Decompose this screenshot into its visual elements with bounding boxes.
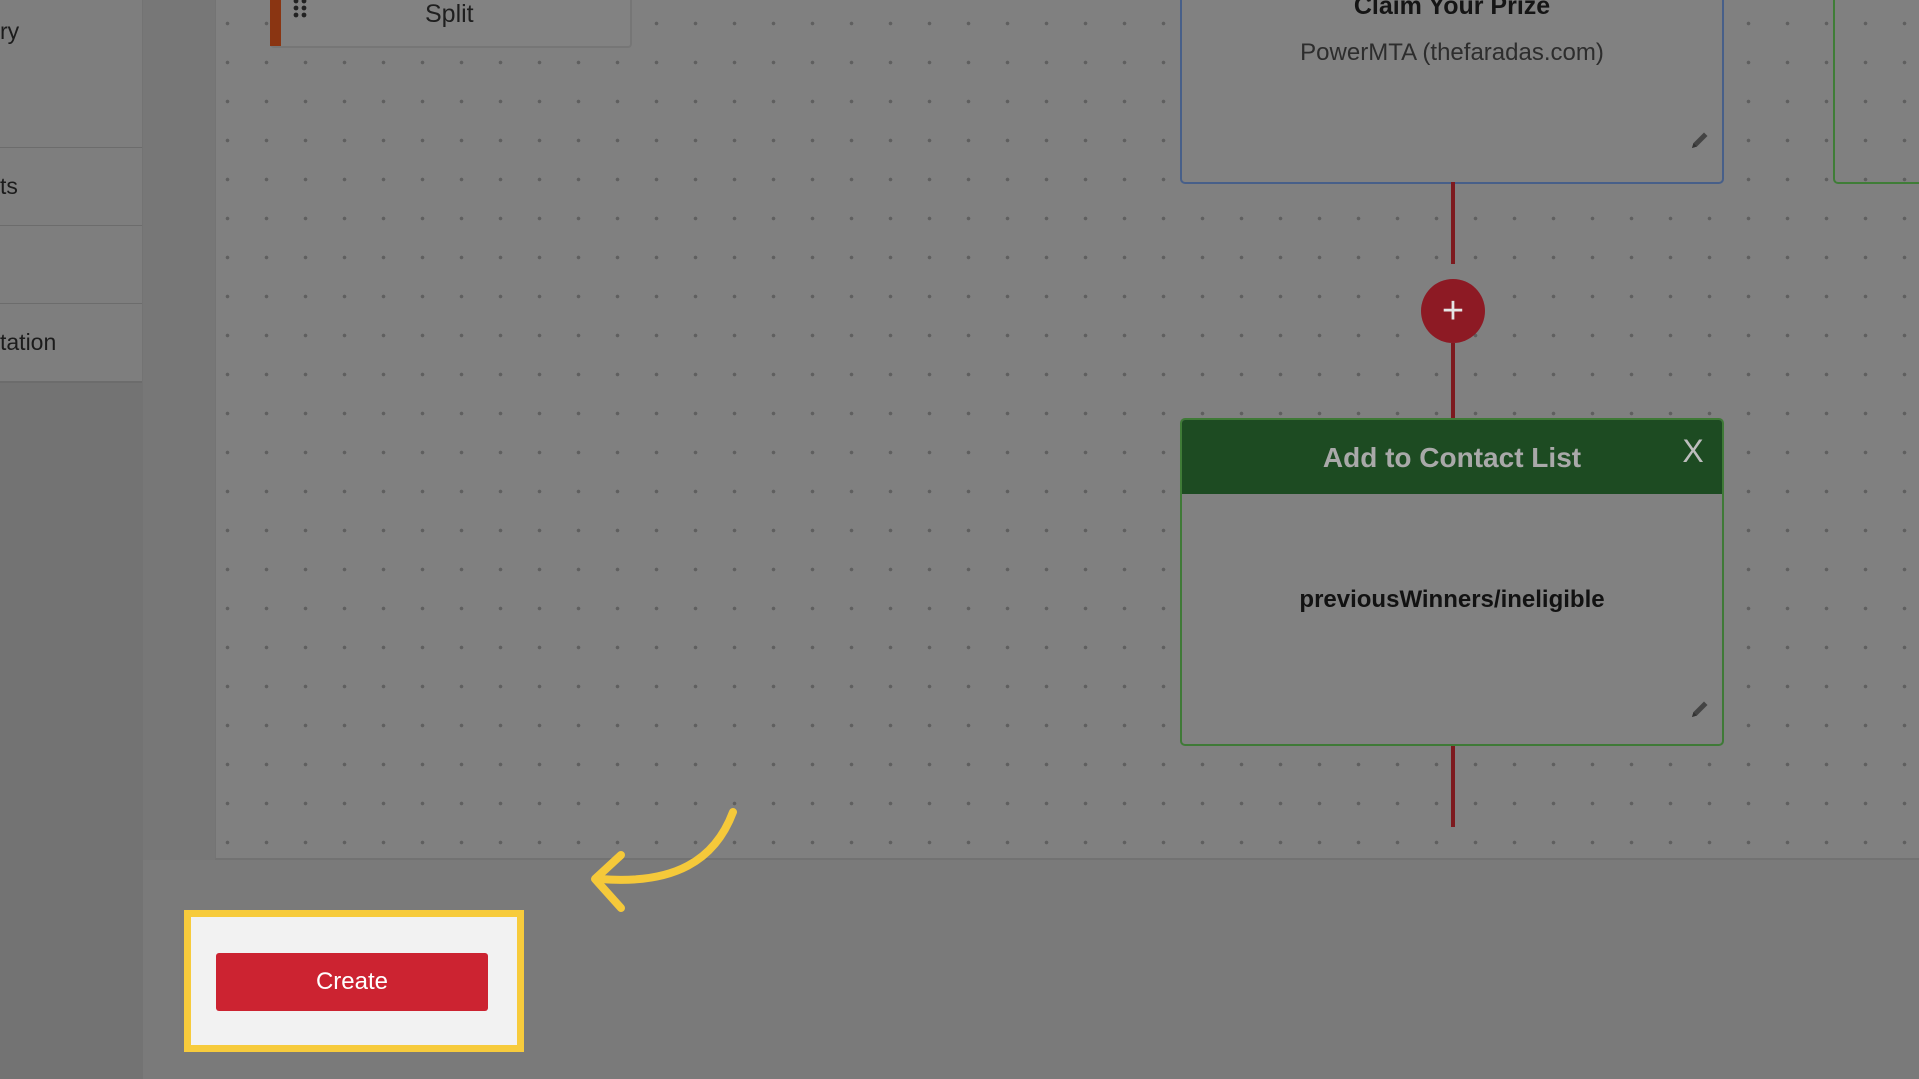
create-button[interactable]: Create xyxy=(216,953,488,1011)
sidebar-item-label: ry xyxy=(0,18,20,44)
sidebar-item-4[interactable] xyxy=(0,226,142,305)
sidebar-item-1[interactable]: ry xyxy=(0,0,142,72)
email-node-title: Claim Your Prize xyxy=(1353,0,1551,20)
connector-line xyxy=(1451,742,1455,827)
create-button-highlight: Create xyxy=(184,910,524,1052)
connector-line xyxy=(1451,343,1455,419)
sidebar-item-3[interactable]: ts xyxy=(0,148,142,227)
action-node-title: Add to Contact List xyxy=(1322,442,1582,473)
grip-icon[interactable] xyxy=(292,0,310,24)
sidebar: ry ts tation xyxy=(0,0,143,1079)
canvas-gutter xyxy=(143,0,215,860)
contact-list-value: previousWinners/ineligible xyxy=(1299,586,1605,613)
split-node[interactable]: Split xyxy=(270,0,632,48)
close-icon[interactable]: X xyxy=(1678,435,1708,467)
split-node-accent xyxy=(270,0,281,46)
connector-line xyxy=(1451,182,1455,264)
pencil-icon[interactable] xyxy=(1689,698,1711,720)
curved-arrow-icon xyxy=(591,808,737,912)
sidebar-item-label: ts xyxy=(0,173,18,199)
add-to-contact-list-node[interactable]: Add to Contact List X previousWinners/in… xyxy=(1180,418,1724,746)
email-node[interactable]: Claim Your Prize PowerMTA (thefaradas.co… xyxy=(1180,0,1724,184)
add-step-button[interactable]: + xyxy=(1421,279,1485,343)
action-node-header: Add to Contact List X xyxy=(1182,420,1722,494)
adjacent-node[interactable] xyxy=(1833,0,1919,184)
sidebar-item-label: tation xyxy=(0,329,57,355)
sidebar-item-2[interactable] xyxy=(0,70,142,149)
sidebar-item-5[interactable]: tation xyxy=(0,304,142,383)
email-node-sender: PowerMTA (thefaradas.com) xyxy=(1300,39,1604,66)
pencil-icon[interactable] xyxy=(1689,129,1711,151)
split-node-label: Split xyxy=(425,0,474,28)
